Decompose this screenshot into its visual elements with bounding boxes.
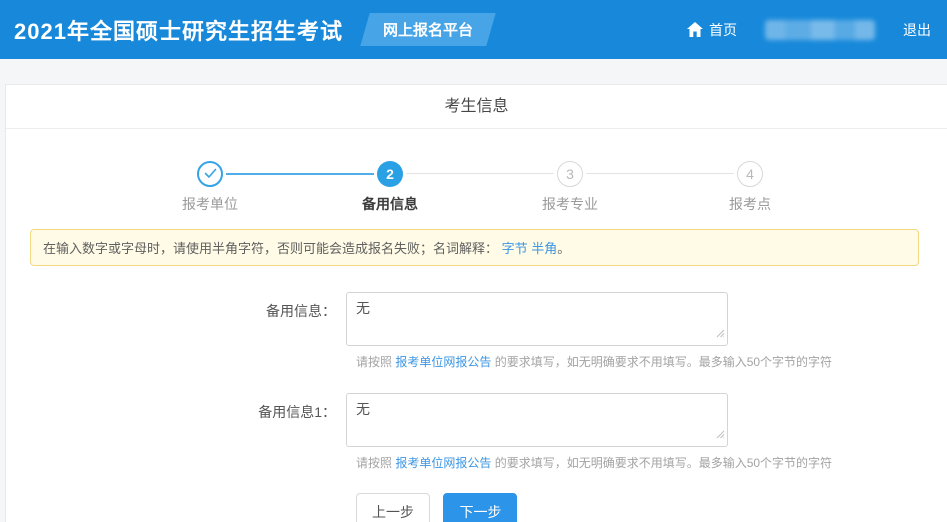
backup-info-textarea-wrap: 无 xyxy=(346,292,728,346)
byte-definition-link[interactable]: 字节 xyxy=(502,241,528,256)
next-step-button[interactable]: 下一步 xyxy=(443,493,518,522)
step-connector-1-2 xyxy=(226,173,374,175)
step-4-label: 报考点 xyxy=(729,196,771,212)
backup-info-help: 请按照 报考单位网报公告 的要求填写，如无明确要求不用填写。最多输入50个字节的… xyxy=(356,353,947,370)
backup-info-label: 备用信息： xyxy=(266,303,336,319)
step-3-label: 报考专业 xyxy=(542,196,598,212)
field-group-backup-info: 备用信息： 无 请按照 报考单位网报公告 的要求填写，如无明确要求不用填写。最多… xyxy=(6,292,947,370)
backup-info-form: 备用信息： 无 请按照 报考单位网报公告 的要求填写，如无明确要求不用填写。最多… xyxy=(6,292,947,522)
backup-info-1-label: 备用信息1： xyxy=(258,404,336,420)
previous-step-button[interactable]: 上一步 xyxy=(356,493,430,522)
step-connector-3-4 xyxy=(586,173,734,174)
halfwidth-notice: 在输入数字或字母时，请使用半角字符，否则可能会造成报名失败；名词解释： 字节 半… xyxy=(30,229,919,266)
logout-link[interactable]: 退出 xyxy=(903,20,931,40)
backup-info-1-textarea-wrap: 无 xyxy=(346,393,728,447)
halfwidth-definition-link[interactable]: 半角 xyxy=(531,241,557,256)
help-suffix: 的要求填写，如无明确要求不用填写。最多输入50个字节的字符 xyxy=(491,355,833,369)
platform-badge-label: 网上报名平台 xyxy=(382,22,473,39)
home-link[interactable]: 首页 xyxy=(687,20,737,40)
step-1-circle xyxy=(197,161,223,187)
step-indicator: 报考单位 2 备用信息 3 报考专业 4 报考点 xyxy=(120,161,840,214)
platform-badge: 网上报名平台 xyxy=(360,13,496,46)
page-title: 考生信息 xyxy=(6,85,947,129)
help-suffix: 的要求填写，如无明确要求不用填写。最多输入50个字节的字符 xyxy=(491,456,833,470)
field-group-backup-info-1: 备用信息1： 无 请按照 报考单位网报公告 的要求填写，如无明确要求不用填写。最… xyxy=(6,393,947,471)
unit-announcement-link[interactable]: 报考单位网报公告 xyxy=(395,456,491,470)
steps-wrapper: 报考单位 2 备用信息 3 报考专业 4 报考点 xyxy=(6,129,947,214)
backup-info-1-help: 请按照 报考单位网报公告 的要求填写，如无明确要求不用填写。最多输入50个字节的… xyxy=(356,454,947,471)
step-4-exam-site: 4 报考点 xyxy=(660,161,840,214)
step-2-label: 备用信息 xyxy=(362,196,418,212)
step-1-label: 报考单位 xyxy=(182,196,238,212)
backup-info-1-textarea[interactable]: 无 xyxy=(346,393,728,447)
form-actions: 上一步 下一步 xyxy=(356,493,947,522)
redacted-username xyxy=(765,19,875,40)
step-4-circle: 4 xyxy=(737,161,763,187)
step-3-major: 3 报考专业 xyxy=(480,161,660,214)
step-connector-2-3 xyxy=(406,173,554,174)
app-title: 2021年全国硕士研究生招生考试 xyxy=(14,18,343,44)
home-label: 首页 xyxy=(709,21,737,38)
notice-text: 在输入数字或字母时，请使用半角字符，否则可能会造成报名失败；名词解释： xyxy=(43,241,499,256)
header-nav: 首页 退出 xyxy=(687,19,931,40)
step-2-backup-info: 2 备用信息 xyxy=(300,161,480,214)
step-3-circle: 3 xyxy=(557,161,583,187)
unit-announcement-link[interactable]: 报考单位网报公告 xyxy=(395,355,491,369)
home-icon xyxy=(687,22,703,37)
help-prefix: 请按照 xyxy=(356,355,396,369)
help-prefix: 请按照 xyxy=(356,456,396,470)
notice-suffix: 。 xyxy=(557,241,571,256)
step-2-circle: 2 xyxy=(377,161,403,187)
check-icon xyxy=(204,166,217,182)
backup-info-textarea[interactable]: 无 xyxy=(346,292,728,346)
content-card: 考生信息 报考单位 2 备用信息 3 报考专业 4 报考点 在输入数字或字母时，… xyxy=(5,84,947,522)
app-header: 2021年全国硕士研究生招生考试 网上报名平台 首页 退出 xyxy=(0,0,947,59)
step-1-unit: 报考单位 xyxy=(120,161,300,214)
